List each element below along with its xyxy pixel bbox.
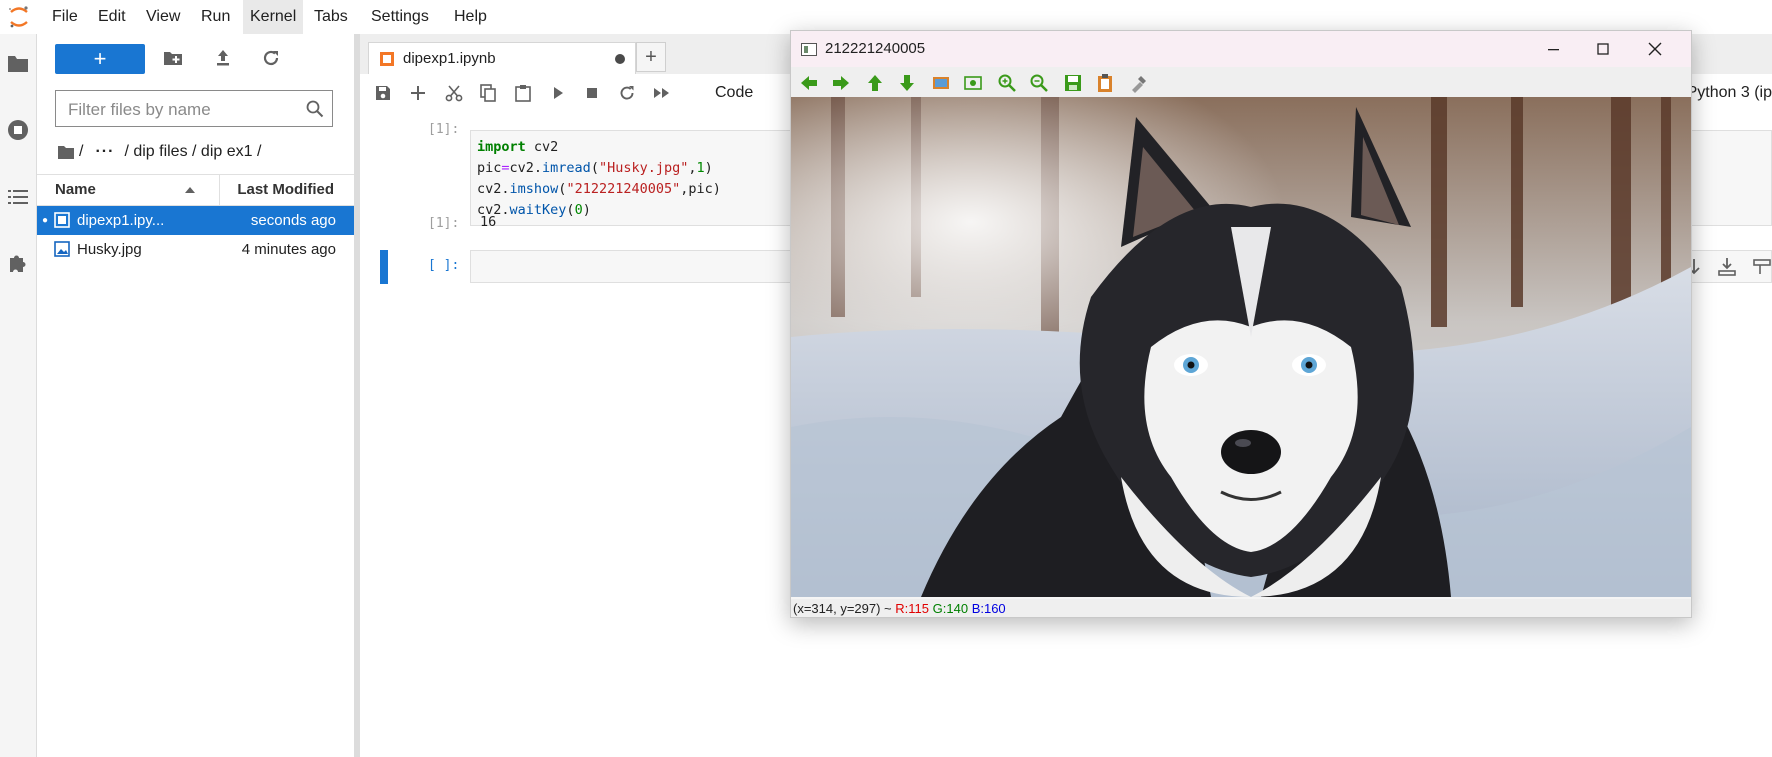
cell-output: 16: [480, 214, 497, 230]
file-modified: 4 minutes ago: [241, 241, 336, 258]
window-app-icon: [801, 43, 817, 56]
cut-icon[interactable]: [444, 83, 464, 103]
file-browser: + / ··· / dip files / dip ex1 / Name Las…: [37, 34, 354, 757]
zoom-in-icon[interactable]: [997, 73, 1017, 93]
notebook-tab-icon: [380, 52, 394, 66]
running-indicator: ●: [42, 215, 49, 226]
cell-action-icons: [1688, 258, 1771, 276]
activity-bar: [0, 34, 37, 757]
filter-files-field[interactable]: [55, 90, 333, 127]
upload-icon[interactable]: [211, 46, 235, 70]
breadcrumb-path[interactable]: / dip files / dip ex1 /: [124, 143, 261, 161]
notebook-icon: [54, 212, 70, 228]
add-cell-icon[interactable]: [408, 83, 428, 103]
pixel-blue: B:160: [971, 601, 1006, 616]
menu-settings[interactable]: Settings: [364, 0, 436, 34]
tab-label: dipexp1.ipynb: [403, 50, 496, 67]
code-line: pic=cv2.imread("Husky.jpg",1): [477, 160, 713, 176]
file-name: Husky.jpg: [77, 241, 142, 258]
image-toolbar: [791, 67, 1691, 99]
merge-icon[interactable]: [1753, 259, 1771, 274]
search-icon: [306, 100, 324, 118]
window-title: 212221240005: [825, 40, 926, 57]
input-prompt: [1]:: [428, 122, 460, 137]
close-icon[interactable]: [1641, 37, 1669, 61]
menu-tabs[interactable]: Tabs: [307, 0, 355, 34]
pixel-green: G:140: [932, 601, 969, 616]
pixel-coordinates: (x=314, y=297) ~: [793, 601, 892, 616]
column-name[interactable]: Name: [55, 175, 96, 205]
save-icon[interactable]: [373, 83, 393, 103]
menu-edit[interactable]: Edit: [91, 0, 133, 34]
stop-icon[interactable]: [582, 83, 602, 103]
zoom-fit-icon[interactable]: [963, 73, 983, 93]
output-prompt: [1]:: [428, 216, 460, 231]
cell-type-select[interactable]: Code: [715, 74, 753, 112]
file-list-header: Name Last Modified: [37, 174, 354, 206]
code-editor[interactable]: import cv2 pic=cv2.imread("Husky.jpg",1)…: [477, 137, 721, 221]
file-row-dipexp1[interactable]: ● dipexp1.ipy... seconds ago: [37, 206, 354, 235]
code-line: import cv2: [477, 139, 559, 155]
pixel-red: R:115: [895, 601, 930, 616]
file-row-husky[interactable]: Husky.jpg 4 minutes ago: [37, 235, 354, 264]
minimize-icon[interactable]: [1539, 37, 1567, 61]
breadcrumb-root[interactable]: /: [79, 143, 83, 161]
menu-run[interactable]: Run: [194, 0, 237, 34]
unsaved-dot-icon[interactable]: [615, 54, 625, 64]
pan-down-icon[interactable]: [897, 73, 917, 93]
new-folder-icon[interactable]: [161, 46, 185, 70]
image-icon: [54, 241, 70, 257]
image-window[interactable]: 212221240005 (x=314, y=297) ~ R:115 G:14…: [790, 30, 1692, 618]
home-folder-icon[interactable]: [57, 144, 75, 160]
jupyter-logo-icon[interactable]: [8, 5, 30, 29]
save-image-icon[interactable]: [1063, 73, 1083, 93]
file-name: dipexp1.ipy...: [77, 212, 165, 229]
restart-icon[interactable]: [617, 83, 637, 103]
pan-up-icon[interactable]: [865, 73, 885, 93]
pixel-status-bar: (x=314, y=297) ~ R:115 G:140 B:160: [791, 599, 1691, 617]
extension-icon[interactable]: [7, 252, 29, 274]
new-launcher-button[interactable]: +: [55, 44, 145, 74]
breadcrumb: / ··· / dip files / dip ex1 /: [57, 140, 267, 164]
kernel-name[interactable]: Python 3 (ip: [1687, 74, 1772, 112]
sort-ascending-icon: [185, 187, 195, 193]
menu-file[interactable]: File: [45, 0, 85, 34]
paste-icon[interactable]: [513, 83, 533, 103]
husky-image[interactable]: [791, 97, 1691, 597]
fast-forward-icon[interactable]: [652, 83, 672, 103]
tab-dipexp1[interactable]: dipexp1.ipynb: [368, 42, 636, 74]
running-icon[interactable]: [7, 119, 29, 141]
copy-to-clipboard-icon[interactable]: [1095, 73, 1115, 93]
active-cell-indicator: [380, 250, 388, 284]
refresh-icon[interactable]: [259, 46, 283, 70]
filter-files-input[interactable]: [66, 98, 300, 122]
toc-icon[interactable]: [7, 186, 29, 208]
pixel-status: (x=314, y=297) ~ R:115 G:140 B:160: [793, 599, 1006, 619]
zoom-out-icon[interactable]: [1029, 73, 1049, 93]
zoom-image-icon[interactable]: [931, 73, 951, 93]
pan-right-icon[interactable]: [831, 73, 851, 93]
new-tab-button[interactable]: +: [636, 42, 666, 72]
window-title-bar[interactable]: 212221240005: [791, 31, 1691, 67]
input-prompt: [ ]:: [428, 258, 460, 273]
menu-kernel[interactable]: Kernel: [243, 0, 304, 34]
column-divider[interactable]: [219, 175, 220, 205]
folder-icon[interactable]: [7, 52, 29, 74]
file-modified: seconds ago: [250, 212, 336, 229]
properties-icon[interactable]: [1129, 73, 1149, 93]
insert-below-icon[interactable]: [1718, 258, 1736, 276]
copy-icon[interactable]: [478, 83, 498, 103]
maximize-icon[interactable]: [1589, 37, 1617, 61]
menu-help[interactable]: Help: [447, 0, 494, 34]
breadcrumb-ellipsis[interactable]: ···: [95, 143, 114, 161]
pan-left-icon[interactable]: [799, 73, 819, 93]
menu-bar: File Edit View Run Kernel Tabs Settings …: [0, 0, 1772, 34]
run-icon[interactable]: [548, 83, 568, 103]
column-last-modified[interactable]: Last Modified: [237, 175, 334, 205]
menu-view[interactable]: View: [139, 0, 187, 34]
code-line: cv2.imshow("212221240005",pic): [477, 181, 721, 197]
